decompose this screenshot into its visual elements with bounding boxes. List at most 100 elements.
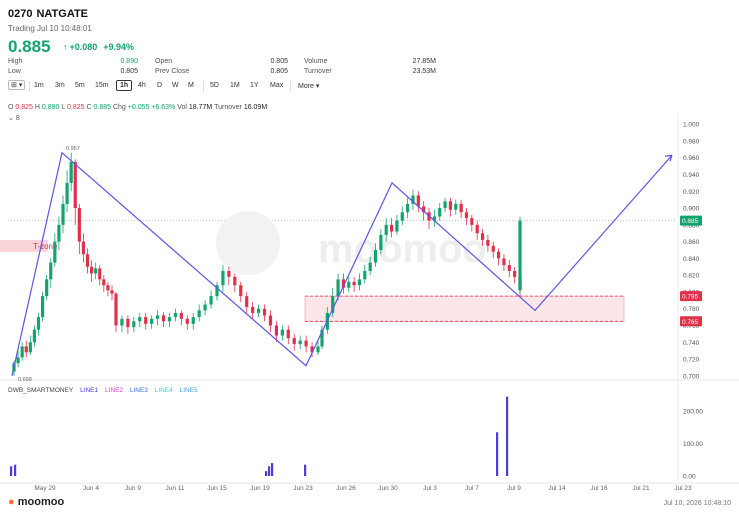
candle-body	[69, 161, 73, 183]
x-axis-label: Jul 14	[548, 485, 566, 492]
candle-body	[496, 251, 501, 259]
x-axis-label: Jul 21	[632, 485, 650, 492]
smartmoney-bar	[268, 466, 271, 476]
more-button[interactable]: More ▾	[298, 82, 319, 90]
candle-body	[518, 283, 522, 291]
candle-body	[464, 212, 469, 219]
timeframe-month[interactable]: M	[188, 82, 194, 89]
timeframe-week[interactable]: W	[172, 82, 179, 89]
price-change: ↑ +0.080 +9.94%	[63, 42, 140, 52]
watermark-text: moomoo	[318, 227, 487, 271]
price-chart[interactable]: moomoo T-zone 0.957 0.698 0.700 0.720 0.740…	[0, 0, 739, 515]
candle-body	[106, 285, 110, 291]
collapse-count: 8	[15, 115, 20, 122]
indicator-name: DWB_SMARTMONEY	[8, 387, 74, 394]
candle-body	[233, 276, 237, 286]
support-zone	[304, 295, 625, 322]
candle-body	[209, 296, 213, 305]
candle-body	[251, 307, 255, 313]
price-tick-label: 1.000	[683, 122, 700, 129]
price-tick-label: 0.840	[683, 256, 700, 263]
x-axis-label: Jul 9	[507, 485, 521, 492]
candle-body	[363, 270, 367, 280]
toolbar-divider	[29, 81, 30, 92]
candle-body	[470, 218, 474, 225]
candle-body	[227, 270, 231, 277]
candle-body	[298, 340, 302, 344]
change-value: +0.080	[69, 42, 98, 52]
candle-body	[286, 329, 290, 339]
last-price: 0.885	[8, 37, 51, 56]
timeframe-day[interactable]: D	[157, 82, 162, 89]
footer-brand-text: moomoo	[17, 496, 65, 508]
indicator-legend: DWB_SMARTMONEY LINE1 LINE2 LINE3 LINE4 L…	[8, 387, 198, 394]
candle-body	[262, 308, 267, 316]
candle-body	[438, 208, 442, 217]
price-tick-label: 0.980	[683, 138, 700, 145]
candle-body	[114, 293, 118, 326]
candle-body	[432, 216, 436, 221]
candle-body	[373, 250, 378, 263]
timeframe-1mo[interactable]: 1M	[230, 82, 240, 89]
timeframe-max[interactable]: Max	[270, 82, 283, 89]
low-label: L	[61, 104, 66, 111]
candle-body	[203, 304, 207, 311]
candle-body	[161, 315, 166, 322]
candle-body	[325, 312, 329, 330]
low-value: 0.825	[66, 104, 85, 111]
candle-body	[150, 318, 154, 324]
stat-label-volume: Volume	[304, 58, 328, 65]
candle-body	[57, 224, 61, 242]
timeframe-3m[interactable]: 3m	[55, 82, 65, 89]
chg-value: +0.055	[127, 104, 150, 111]
candle-body	[215, 285, 219, 297]
timeframe-1m[interactable]: 1m	[34, 82, 44, 89]
x-axis-label: Jun 23	[293, 485, 313, 492]
zone-upper-tag-text: 0.795	[682, 294, 699, 301]
candle-body	[352, 281, 356, 286]
turnover-value: 16.09M	[243, 104, 268, 111]
indicator-collapse-toggle[interactable]: ⌄ 8	[8, 114, 20, 122]
stat-label-prev-close: Prev Close	[155, 68, 190, 75]
close-value: 0.885	[93, 104, 112, 111]
open-value: 0.825	[15, 104, 33, 111]
timeframe-5m[interactable]: 5m	[75, 82, 85, 89]
current-price-tag-text: 0.885	[682, 218, 699, 225]
smartmoney-bar	[496, 432, 499, 476]
chevron-down-icon: ▾	[18, 82, 23, 89]
candle-body	[274, 325, 279, 336]
indicator-tick-label: 200.00	[683, 409, 703, 416]
candle-body	[132, 321, 136, 328]
candle-body	[179, 312, 183, 319]
timeframe-15m[interactable]: 15m	[95, 82, 109, 89]
timeframe-1h[interactable]: 1h	[116, 80, 133, 91]
candle-body	[475, 224, 479, 234]
layout-dropdown[interactable]: ⊞ ▾	[8, 80, 26, 90]
candle-body	[320, 329, 324, 347]
candle-body	[40, 296, 45, 318]
candle-body	[16, 357, 20, 364]
stat-value-volume: 27.85M	[412, 58, 436, 65]
stat-value-high: 0.890	[120, 58, 138, 65]
current-price-tag	[680, 215, 702, 226]
timeframe-1y[interactable]: 1Y	[250, 82, 259, 89]
zone-lower-tag	[680, 316, 702, 327]
chg-percent: +6.63%	[151, 104, 176, 111]
candle-body	[507, 265, 511, 271]
candle-body	[341, 279, 346, 288]
price-tick-label: 0.960	[683, 155, 700, 162]
x-axis-label: Jun 4	[83, 485, 99, 492]
candle-body	[32, 329, 37, 343]
price-tick-label: 0.900	[683, 206, 700, 213]
candle-body	[61, 203, 65, 225]
vol-value: 18.77M	[188, 104, 213, 111]
stock-title: 0270 NATGATE	[8, 8, 92, 20]
timeframe-4h[interactable]: 4h	[138, 82, 146, 89]
low-point-label: 0.698	[18, 377, 32, 383]
candle-body	[28, 342, 32, 353]
candle-body	[89, 266, 94, 274]
candle-body	[513, 270, 517, 277]
timeframe-5d[interactable]: 5D	[210, 82, 219, 89]
indicator-line2: LINE2	[104, 387, 124, 394]
candle-body	[167, 317, 172, 322]
